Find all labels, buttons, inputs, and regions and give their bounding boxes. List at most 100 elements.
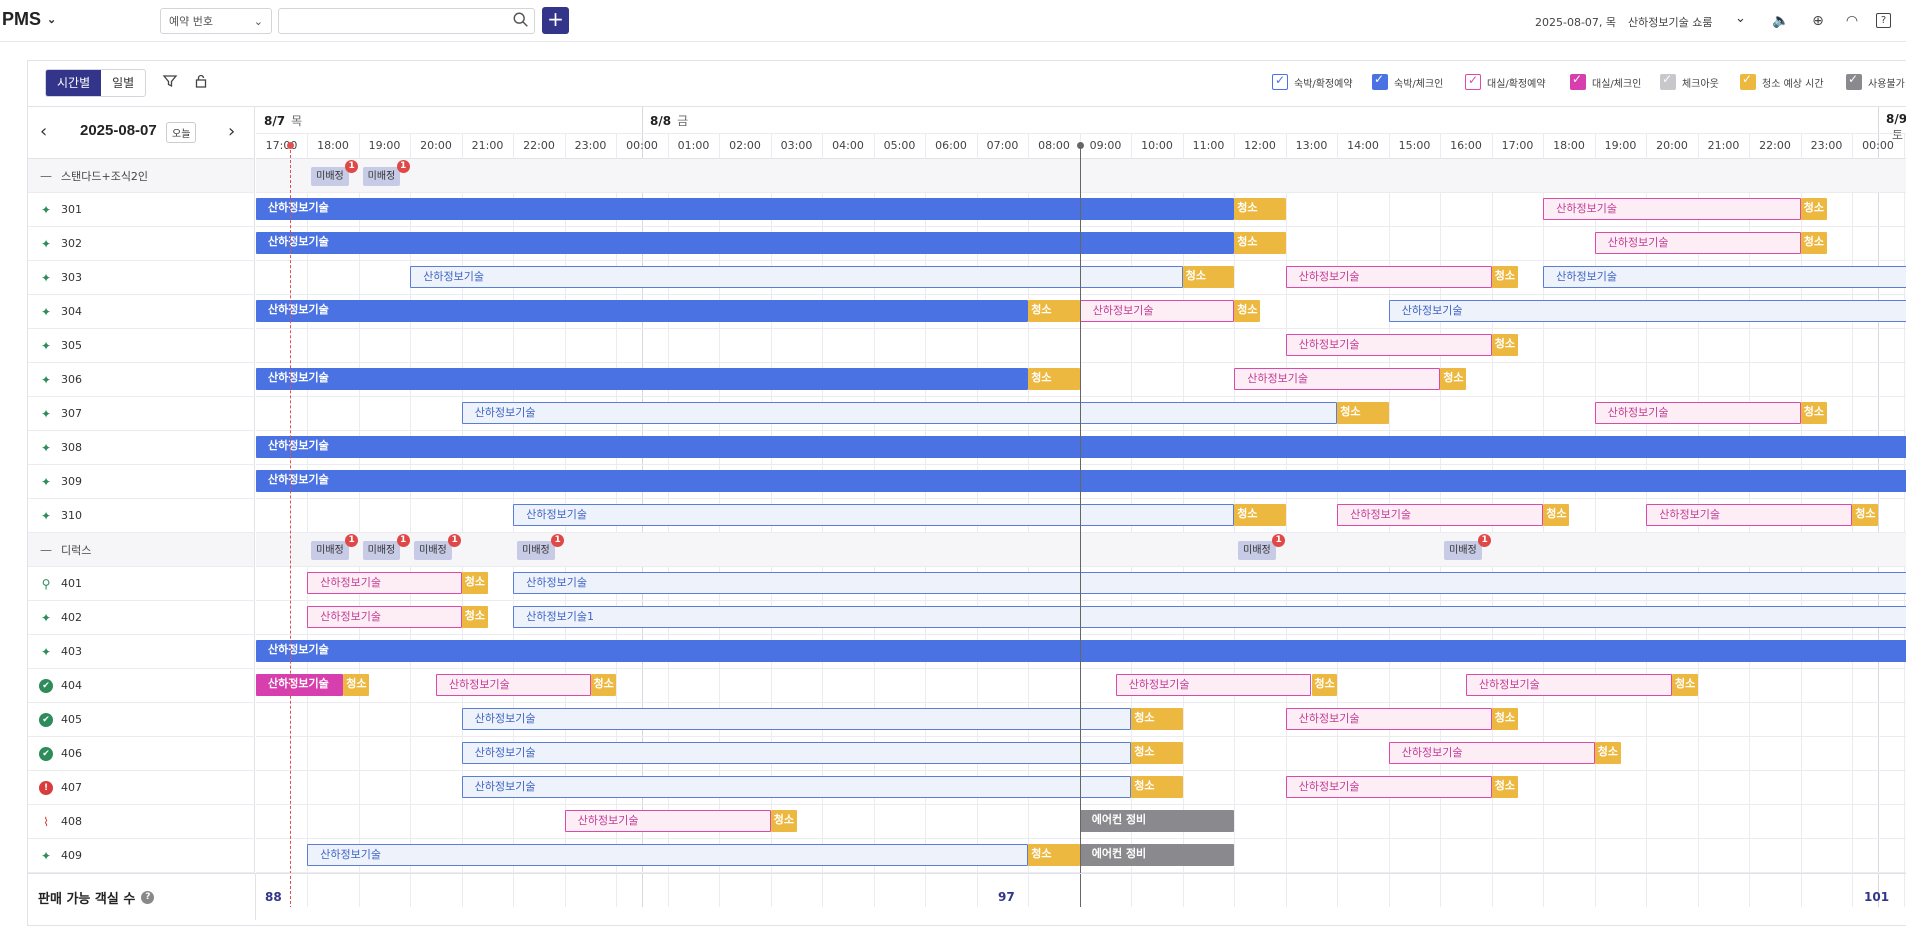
legend-item[interactable]: 사용불가 (1846, 72, 1905, 90)
cleaning-block[interactable]: 청소 (1131, 708, 1183, 730)
next-date-icon[interactable]: › (228, 121, 235, 142)
room-row-label[interactable]: ✦ 305 (28, 329, 255, 363)
checkbox-icon[interactable] (1272, 73, 1288, 90)
cleaning-block[interactable]: 청소 (1337, 402, 1389, 424)
checkbox-icon[interactable] (1846, 72, 1862, 90)
reservation-bar[interactable]: 산하정보기술 (1285, 708, 1492, 730)
room-row-label[interactable]: ✦ 308 (28, 431, 255, 465)
legend-item[interactable]: 대실/체크인 (1570, 72, 1641, 90)
room-row-label[interactable]: ✔ 404 (28, 669, 255, 703)
globe-icon[interactable]: ⊕ (1809, 12, 1827, 30)
cleaning-block[interactable]: 청소 (1543, 504, 1569, 526)
reservation-bar[interactable]: 산하정보기술 (436, 674, 591, 696)
room-row-label[interactable]: ✔ 405 (28, 703, 255, 737)
room-row-label[interactable]: ✦ 306 (28, 363, 255, 397)
reservation-bar[interactable]: 산하정보기술 (461, 402, 1338, 424)
app-title[interactable]: PMS ⌄ (2, 9, 56, 30)
unassigned-chip[interactable]: 미배정 (1444, 541, 1482, 560)
reservation-bar[interactable]: 산하정보기술 (1079, 300, 1235, 322)
reservation-bar[interactable]: 산하정보기술 (1115, 674, 1312, 696)
unassigned-chip[interactable]: 미배정 (1238, 541, 1276, 560)
checkbox-icon[interactable] (1570, 72, 1586, 90)
reservation-bar[interactable]: 산하정보기술 (1337, 504, 1544, 526)
reservation-bar[interactable]: 산하정보기술 (1234, 368, 1441, 390)
reservation-bar[interactable]: 산하정보기술 (1285, 776, 1492, 798)
cleaning-block[interactable]: 청소 (1028, 300, 1080, 322)
add-reservation-button[interactable]: + (542, 7, 569, 34)
unassigned-chip[interactable]: 미배정 (311, 167, 349, 186)
search-icon[interactable] (512, 11, 530, 29)
cleaning-block[interactable]: 청소 (770, 810, 797, 832)
cleaning-block[interactable]: 청소 (1440, 368, 1466, 390)
cleaning-block[interactable]: 청소 (1491, 334, 1518, 356)
room-row-label[interactable]: ✦ 307 (28, 397, 255, 431)
reservation-bar[interactable]: 산하정보기술 (513, 572, 1906, 594)
room-row-label[interactable]: ! 407 (28, 771, 255, 805)
cleaning-block[interactable]: 청소 (343, 674, 370, 696)
cleaning-block[interactable]: 청소 (1491, 776, 1518, 798)
checkbox-icon[interactable] (1660, 72, 1676, 90)
question-icon[interactable]: ? (141, 891, 155, 904)
cleaning-block[interactable]: 청소 (1131, 742, 1183, 764)
reservation-bar[interactable]: 산하정보기술 (256, 232, 1235, 254)
cleaning-block[interactable]: 청소 (1234, 300, 1260, 322)
today-button[interactable]: 오늘 (166, 122, 197, 143)
reservation-bar[interactable]: 산하정보기술 (256, 470, 1906, 492)
cleaning-block[interactable]: 청소 (1491, 266, 1518, 288)
room-row-label[interactable]: ✦ 303 (28, 261, 255, 295)
reservation-bar[interactable]: 산하정보기술 (1646, 504, 1853, 526)
legend-item[interactable]: 숙박/확정예약 (1272, 73, 1353, 90)
unassigned-chip[interactable]: 미배정 (362, 541, 401, 560)
reservation-bar[interactable]: 산하정보기술 (461, 742, 1132, 764)
checkbox-icon[interactable] (1372, 72, 1388, 90)
room-row-label[interactable]: ✦ 301 (28, 193, 255, 227)
search-type-select[interactable]: 예약 번호 ⌄ (160, 8, 272, 34)
cleaning-block[interactable]: 청소 (1028, 844, 1080, 866)
time-cursor-dot[interactable] (1076, 142, 1084, 149)
cleaning-block[interactable]: 청소 (1800, 198, 1827, 220)
reservation-bar[interactable]: 산하정보기술 (461, 776, 1132, 798)
cleaning-block[interactable]: 청소 (1028, 368, 1080, 390)
room-row-label[interactable]: ✦ 403 (28, 635, 255, 669)
reservation-bar[interactable]: 산하정보기술 (1594, 402, 1801, 424)
cleaning-block[interactable]: 청소 (461, 572, 488, 594)
cleaning-block[interactable]: 청소 (1491, 708, 1518, 730)
cleaning-block[interactable]: 청소 (590, 674, 617, 696)
unassigned-chip[interactable]: 미배정 (517, 541, 555, 560)
cleaning-block[interactable]: 청소 (1234, 198, 1286, 220)
room-row-label[interactable]: ✦ 310 (28, 499, 255, 533)
room-row-label[interactable]: ✦ 309 (28, 465, 255, 499)
cleaning-block[interactable]: 청소 (1852, 504, 1878, 526)
hotel-chevron-down-icon[interactable]: ⌄ (1735, 11, 1746, 26)
cleaning-block[interactable]: 청소 (1672, 674, 1698, 696)
reservation-bar[interactable]: 산하정보기술 (513, 504, 1235, 526)
reservation-bar[interactable]: 산하정보기술 (307, 844, 1029, 866)
room-type-group[interactable]: — 디럭스 (28, 533, 255, 567)
room-row-label[interactable]: ⚲ 401 (28, 567, 255, 601)
room-row-label[interactable]: ✦ 302 (28, 227, 255, 261)
unavailable-block[interactable]: 에어컨 정비 (1079, 844, 1235, 866)
reservation-bar[interactable]: 산하정보기술 (307, 572, 462, 594)
lock-icon[interactable] (191, 73, 211, 93)
reservation-bar[interactable]: 산하정보기술 (1594, 232, 1801, 254)
room-row-label[interactable]: ✦ 304 (28, 295, 255, 329)
reservation-bar[interactable]: 산하정보기술 (256, 368, 1029, 390)
reservation-bar[interactable]: 산하정보기술 (307, 606, 462, 628)
cleaning-block[interactable]: 청소 (1800, 232, 1827, 254)
collapse-icon[interactable]: — (37, 543, 55, 557)
checkbox-icon[interactable] (1740, 72, 1756, 90)
time-cursor-line[interactable] (1079, 145, 1081, 907)
legend-item[interactable]: 대실/확정예약 (1465, 73, 1546, 90)
reservation-bar[interactable]: 산하정보기술 (1388, 300, 1906, 322)
unassigned-chip[interactable]: 미배정 (362, 167, 401, 186)
tab-daily[interactable]: 일별 (101, 70, 145, 96)
reservation-bar[interactable]: 산하정보기술 (1543, 198, 1801, 220)
reservation-bar[interactable]: 산하정보기술 (461, 708, 1132, 730)
cleaning-block[interactable]: 청소 (1234, 232, 1286, 254)
reservation-bar[interactable]: 산하정보기술 (1543, 266, 1906, 288)
reservation-bar[interactable]: 산하정보기술 (256, 436, 1906, 458)
collapse-icon[interactable]: — (37, 169, 55, 183)
legend-item[interactable]: 청소 예상 시간 (1740, 72, 1824, 90)
reservation-bar[interactable]: 산하정보기술 (1466, 674, 1672, 696)
cleaning-block[interactable]: 청소 (1182, 266, 1235, 288)
